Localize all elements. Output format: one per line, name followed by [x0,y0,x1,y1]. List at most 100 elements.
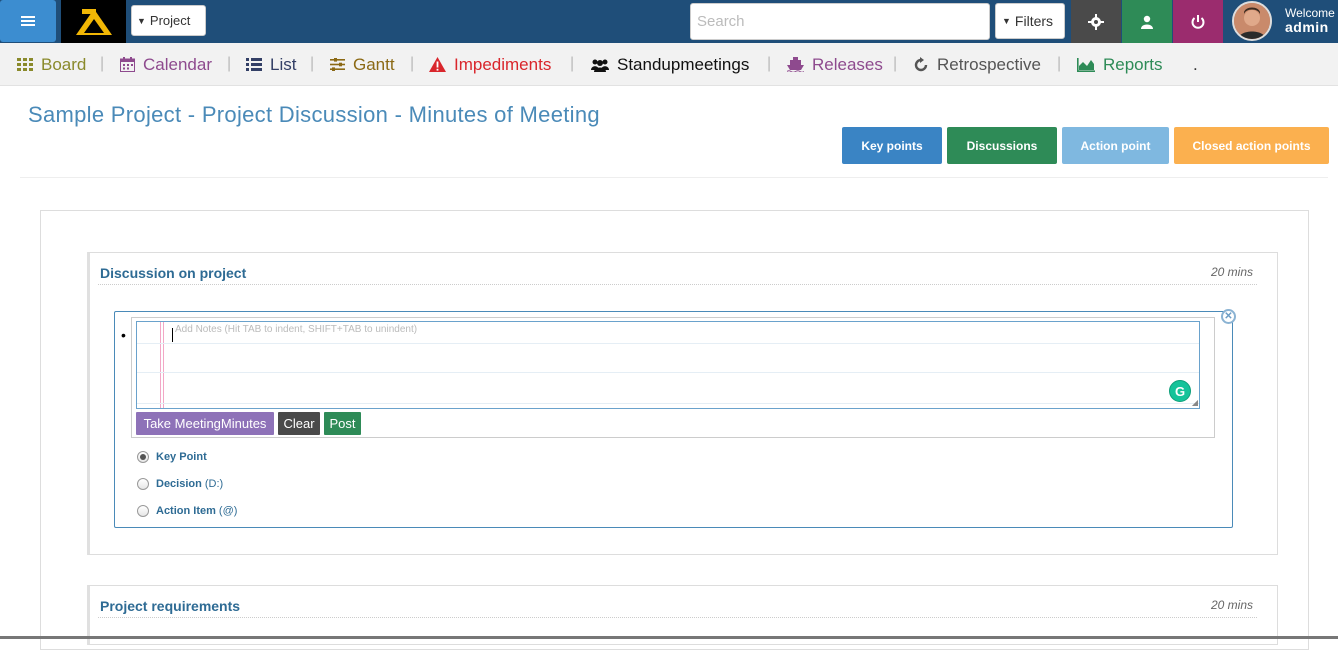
hamburger-menu-button[interactable] [0,0,56,42]
filters-label: Filters [1014,13,1054,29]
nav-label: Retrospective [937,54,1041,74]
nav-separator: | [310,55,315,72]
discussions-button[interactable]: Discussions [947,127,1057,164]
nav-item-releases[interactable]: Releases [787,43,883,86]
nav-item-calendar[interactable]: Calendar [120,43,212,86]
nav-item-gantt[interactable]: Gantt [330,43,395,86]
filters-button[interactable]: ▼ Filters [995,3,1065,39]
nav-label: Reports [1103,54,1163,74]
calendar-icon [120,57,135,72]
nav-separator: | [100,55,105,72]
radio-button[interactable] [137,505,149,517]
nav-label: Impediments [454,54,552,74]
nav-separator: | [1057,55,1062,72]
nav-more-label: . [1193,54,1198,74]
note-type-decision[interactable]: Decision (D:) [137,478,223,490]
user-profile-button[interactable] [1122,0,1172,43]
notes-placeholder: Add Notes (Hit TAB to indent, SHIFT+TAB … [175,324,418,335]
nav-label: Releases [812,54,883,74]
username-label: admin [1285,19,1329,34]
ruled-line [137,403,1199,404]
welcome-text: Welcome [1285,6,1335,20]
nav-item-board[interactable]: Board [17,43,86,86]
nav-separator: | [893,55,898,72]
hamburger-icon [21,16,35,26]
closed-action-points-button[interactable]: Closed action points [1174,127,1329,164]
topic-title[interactable]: Discussion on project [100,265,246,281]
nav-separator: | [570,55,575,72]
nav-item-list[interactable]: List [246,43,296,86]
nav-label: Standupmeetings [617,54,750,74]
welcome-block: Welcome admin [1285,6,1338,34]
radio-label: Decision [156,478,202,490]
note-type-key-point[interactable]: Key Point [137,451,207,463]
take-meeting-minutes-button[interactable]: Take MeetingMinutes [136,412,274,435]
radio-label: Action Item [156,505,216,517]
close-icon: ✕ [1224,311,1233,322]
nav-separator: | [410,55,415,72]
key-points-button[interactable]: Key points [842,127,942,164]
post-button[interactable]: Post [324,412,361,435]
list-icon [246,58,262,71]
topic-time: 20 mins [1210,265,1253,279]
project-dropdown[interactable]: ▼ Project [131,5,206,36]
refresh-icon [914,56,928,71]
power-icon [1191,14,1205,29]
caret-down-icon: ▼ [1002,16,1011,26]
warning-icon [429,57,446,72]
logo-icon [75,8,112,35]
radio-button[interactable] [137,478,149,490]
grammarly-icon[interactable]: G [1169,380,1191,402]
radio-label: Key Point [156,451,207,463]
area-chart-icon [1077,57,1095,72]
logout-button[interactable] [1173,0,1223,43]
ruled-line [137,343,1199,344]
avatar-image [1234,3,1270,39]
nav-more[interactable]: . [1193,43,1198,86]
settings-button[interactable] [1071,0,1121,43]
topic-divider [98,284,1257,285]
topic-title[interactable]: Project requirements [100,598,240,614]
app-logo[interactable] [61,0,126,43]
resize-handle-icon[interactable]: ◢ [1192,398,1198,407]
margin-line [160,322,161,408]
module-nav: Board | Calendar | List | Gantt | Impedi… [0,43,1338,86]
nav-item-reports[interactable]: Reports [1077,43,1163,86]
page-title: Sample Project - Project Discussion - Mi… [28,102,600,127]
close-editor-button[interactable]: ✕ [1221,309,1236,324]
header-divider [20,177,1328,178]
top-bar: ▼ Project ▼ Filters Welcome adm [0,0,1338,43]
note-bullet: • [121,327,126,343]
nav-separator: | [227,55,232,72]
nav-label: List [270,54,297,74]
notes-textarea[interactable]: Add Notes (Hit TAB to indent, SHIFT+TAB … [136,321,1200,409]
clear-button[interactable]: Clear [278,412,320,435]
radio-hint: (D:) [204,478,224,490]
avatar[interactable] [1232,1,1272,41]
radio-button[interactable] [137,451,149,463]
ship-icon [787,57,804,72]
nav-separator: | [767,55,772,72]
note-type-action-item[interactable]: Action Item (@) [137,505,237,517]
nav-item-impediments[interactable]: Impediments [429,43,551,86]
text-cursor [172,328,173,342]
caret-down-icon: ▼ [137,15,146,26]
ruled-line [137,372,1199,373]
topic-time: 20 mins [1210,598,1253,612]
nav-label: Calendar [143,54,212,74]
nav-label: Board [41,54,87,74]
margin-line [163,322,164,408]
gantt-icon [330,58,345,71]
topic-divider [98,617,1257,618]
grammarly-letter: G [1174,383,1186,399]
nav-item-retrospective[interactable]: Retrospective [913,43,1041,86]
grid-icon [17,57,33,71]
search-input[interactable] [690,3,990,40]
action-point-button[interactable]: Action point [1062,127,1169,164]
radio-hint: (@) [218,505,238,517]
nav-item-standupmeetings[interactable]: Standupmeetings [591,43,749,86]
gear-icon [1088,13,1104,30]
user-icon [1141,15,1153,29]
users-icon [591,59,609,72]
project-dropdown-label: Project [149,13,191,28]
